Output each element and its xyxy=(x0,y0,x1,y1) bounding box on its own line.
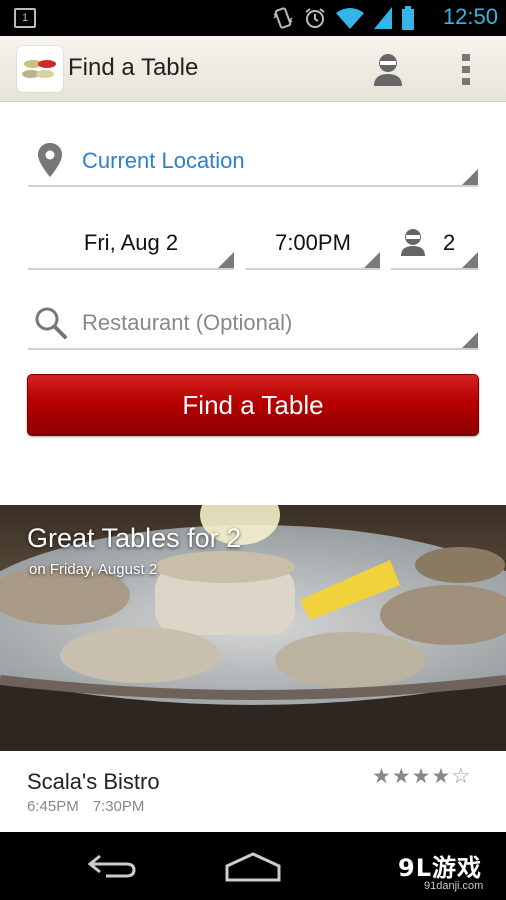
notification-badge: 1 xyxy=(14,8,36,28)
back-icon[interactable] xyxy=(86,852,138,880)
promo-title: Great Tables for 2 xyxy=(27,523,242,553)
status-icons xyxy=(272,6,414,30)
person-icon xyxy=(401,229,425,256)
available-times: 6:45PM 7:30PM xyxy=(27,798,144,815)
find-a-table-button[interactable]: Find a Table xyxy=(27,374,479,436)
star-filled-icon: ★ xyxy=(411,764,431,788)
home-icon[interactable] xyxy=(225,852,281,882)
dropdown-corner-icon xyxy=(462,169,478,185)
date-picker[interactable]: Fri, Aug 2 xyxy=(28,220,234,270)
star-filled-icon: ★ xyxy=(391,764,411,788)
wifi-icon xyxy=(336,8,364,29)
app-logo-icon[interactable] xyxy=(17,46,63,92)
signal-icon xyxy=(374,7,392,29)
app-title: Find a Table xyxy=(68,54,199,81)
restaurant-placeholder: Restaurant (Optional) xyxy=(82,310,293,335)
restaurant-search-field[interactable]: Restaurant (Optional) xyxy=(28,300,478,350)
location-value: Current Location xyxy=(82,148,245,173)
time-value: 7:00PM xyxy=(275,230,351,255)
rating-stars: ★ ★ ★ ★ ☆ xyxy=(372,765,470,787)
watermark-logo: 9L游戏 xyxy=(398,854,482,882)
dropdown-corner-icon xyxy=(364,252,380,268)
date-value: Fri, Aug 2 xyxy=(83,230,179,255)
search-icon xyxy=(35,307,67,339)
status-bar: 1 12:50 xyxy=(0,0,506,36)
star-filled-icon: ★ xyxy=(372,764,391,788)
profile-icon[interactable] xyxy=(372,52,404,86)
dropdown-corner-icon xyxy=(218,252,234,268)
star-filled-icon: ★ xyxy=(431,764,451,788)
promo-banner[interactable]: Great Tables for 2 on Friday, August 2 xyxy=(0,505,506,751)
restaurant-name: Scala's Bistro xyxy=(27,769,160,794)
promo-subtitle: on Friday, August 2 xyxy=(29,561,158,578)
overflow-menu-icon[interactable] xyxy=(460,52,472,86)
party-size-picker[interactable]: 2 xyxy=(391,220,478,270)
time-slot[interactable]: 6:45PM xyxy=(27,798,79,815)
dropdown-corner-icon xyxy=(462,252,478,268)
vibrate-icon xyxy=(273,7,293,29)
navigation-bar: 9L游戏 91danji.com xyxy=(0,832,506,900)
action-bar: Find a Table xyxy=(0,36,506,102)
time-picker[interactable]: 7:00PM xyxy=(246,220,380,270)
star-empty-icon: ☆ xyxy=(451,764,471,788)
time-slot[interactable]: 7:30PM xyxy=(93,798,145,815)
watermark-url: 91danji.com xyxy=(424,880,484,892)
party-size-value: 2 xyxy=(443,230,456,255)
alarm-icon xyxy=(305,8,325,28)
battery-icon xyxy=(402,6,414,30)
dropdown-corner-icon xyxy=(462,332,478,348)
clock: 12:50 xyxy=(442,4,498,29)
location-field[interactable]: Current Location xyxy=(28,137,478,187)
search-form: Current Location Fri, Aug 2 7:00PM 2 Res… xyxy=(0,102,506,505)
restaurant-list-item[interactable]: Scala's Bistro 6:45PM 7:30PM ★ ★ ★ ★ ☆ xyxy=(0,751,506,832)
location-pin-icon xyxy=(38,143,62,177)
